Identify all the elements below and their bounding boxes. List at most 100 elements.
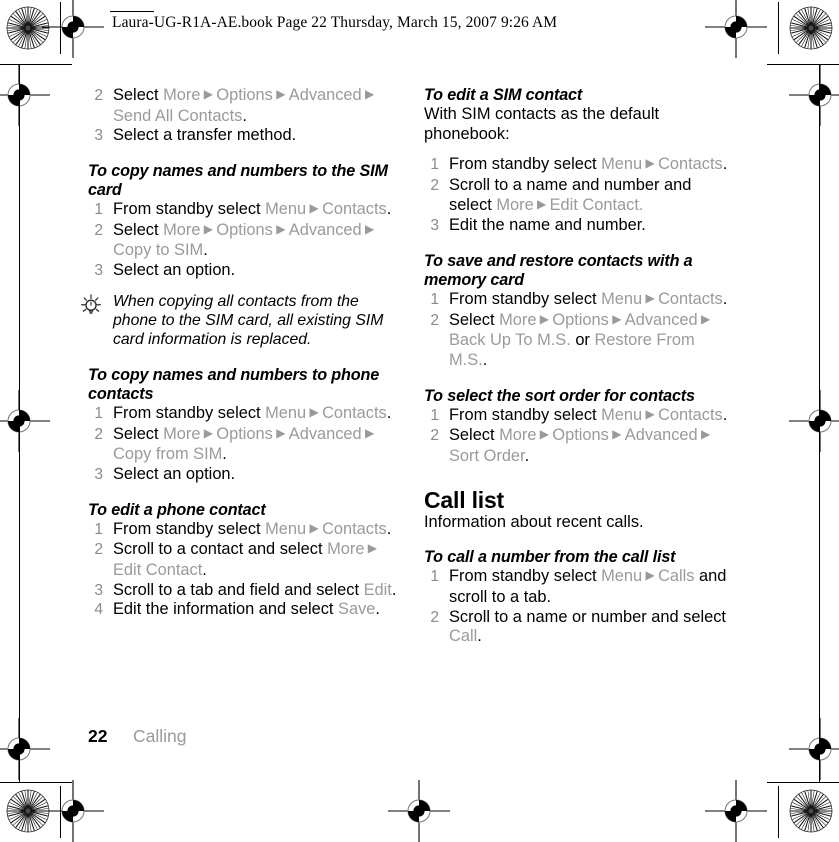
ui-label: Advanced: [624, 310, 698, 329]
step-number: 3: [94, 581, 103, 599]
right-column: To edit a SIM contact With SIM contacts …: [424, 86, 736, 647]
tip-text: When copying all contacts from the phone…: [113, 292, 384, 349]
step-text: .: [482, 350, 488, 369]
step-text: From standby select: [449, 405, 602, 424]
navigation-arrow-icon: ▶: [608, 311, 625, 326]
step-text: From standby select: [113, 519, 266, 538]
registration-crosshair-icon: [0, 390, 50, 452]
ui-label: Menu: [265, 404, 307, 423]
step-item: 2 Select More ▶ Options ▶ Advanced ▶ Copy…: [88, 425, 400, 465]
ui-label: More: [163, 220, 201, 239]
step-number: 1: [94, 201, 103, 219]
step-item: 1 From standby select Menu ▶ Contacts.: [88, 200, 400, 221]
trim-line: [819, 64, 820, 782]
step-number: 3: [430, 217, 439, 235]
left-column: 2 Select More ▶ Options ▶ Advanced ▶ Send…: [81, 86, 400, 620]
header-rule: [110, 11, 154, 12]
ui-label: Sort Order: [449, 446, 525, 465]
step-text: .: [386, 519, 392, 538]
navigation-arrow-icon: ▶: [697, 427, 711, 442]
ui-label: Contacts: [322, 200, 387, 219]
navigation-arrow-icon: ▶: [200, 221, 217, 236]
step-number: 2: [94, 87, 103, 104]
ui-label: Contacts: [658, 155, 723, 174]
registration-crosshair-icon: [705, 0, 767, 58]
navigation-arrow-icon: ▶: [306, 201, 323, 216]
continued-step-list: 2 Select More ▶ Options ▶ Advanced ▶ Send…: [88, 86, 400, 146]
trim-line: [60, 786, 61, 838]
trim-line: [767, 782, 839, 783]
step-number: 1: [430, 291, 439, 309]
trim-line: [19, 64, 20, 782]
navigation-arrow-icon: ▶: [608, 427, 625, 442]
step-number: 1: [430, 406, 439, 424]
step-item: 3 Select an option.: [88, 465, 400, 485]
step-number: 2: [430, 311, 439, 329]
step-item: 3 Edit the name and number.: [424, 216, 736, 236]
ui-label: Menu: [601, 405, 643, 424]
step-text: From standby select: [449, 290, 602, 309]
tip-note: When copying all contacts from the phone…: [81, 292, 400, 350]
ui-label: Save: [338, 600, 376, 619]
step-list: 1 From standby select Menu ▶ Contacts. 2 Se…: [424, 406, 736, 467]
step-text: Select: [449, 310, 500, 329]
section-intro: Information about recent calls.: [424, 512, 644, 531]
ui-label: Advanced: [288, 86, 362, 104]
step-number: 2: [430, 608, 439, 626]
step-number: 2: [94, 221, 103, 239]
step-item: 3 Select a transfer method.: [88, 126, 400, 146]
step-item: 2 Select More ▶ Options ▶ Advanced ▶ Copy…: [88, 221, 400, 261]
navigation-arrow-icon: ▶: [306, 520, 323, 535]
step-text: From standby select: [113, 404, 266, 423]
step-text: Select: [113, 220, 164, 239]
step-text: Select a transfer method.: [113, 126, 297, 145]
navigation-arrow-icon: ▶: [272, 425, 289, 440]
registration-star-icon: [6, 6, 50, 50]
ui-label: Copy from SIM: [113, 445, 223, 464]
step-item: 1 From standby select Menu ▶ Contacts.: [424, 290, 736, 311]
procedure-heading: To copy names and numbers to phone conta…: [88, 365, 380, 403]
step-item: 3 Select an option.: [88, 261, 400, 281]
page-number: 22: [88, 726, 108, 746]
step-text: .: [722, 405, 728, 424]
step-number: 3: [94, 127, 103, 145]
trim-line: [767, 64, 839, 65]
step-text: .: [722, 155, 728, 174]
step-list: 1 From standby select Menu ▶ Calls and sc…: [424, 567, 736, 646]
step-text: .: [203, 241, 208, 260]
step-list: 1 From standby select Menu ▶ Contacts. 2 Se…: [88, 404, 400, 484]
chapter-name: Calling: [133, 726, 187, 746]
step-text: Scroll to a name or number and select: [449, 607, 726, 626]
registration-crosshair-icon: [388, 780, 450, 842]
navigation-arrow-icon: ▶: [361, 87, 375, 101]
step-item: 4 Edit the information and select Save.: [88, 600, 400, 620]
navigation-arrow-icon: ▶: [364, 541, 378, 556]
step-item: 2 Scroll to a contact and select More ▶ E…: [88, 540, 400, 580]
step-item: 2 Scroll to a name and number and select …: [424, 176, 736, 216]
step-text: .: [722, 290, 728, 309]
registration-crosshair-icon: [42, 780, 104, 842]
ui-label: More: [163, 424, 201, 443]
registration-crosshair-icon: [789, 64, 839, 126]
step-number: 2: [94, 541, 103, 559]
step-list: 1 From standby select Menu ▶ Contacts. 2 Se…: [88, 200, 400, 280]
step-item: 1 From standby select Menu ▶ Contacts.: [424, 155, 736, 176]
ui-label: Edit: [363, 580, 392, 599]
navigation-arrow-icon: ▶: [642, 406, 659, 421]
step-item: 1 From standby select Menu ▶ Calls and sc…: [424, 567, 736, 607]
step-text: .: [524, 446, 530, 465]
registration-crosshair-icon: [789, 390, 839, 452]
procedure-heading: To edit a phone contact: [88, 500, 266, 519]
navigation-arrow-icon: ▶: [361, 221, 375, 236]
step-number: 1: [94, 405, 103, 423]
step-number: 1: [430, 156, 439, 174]
